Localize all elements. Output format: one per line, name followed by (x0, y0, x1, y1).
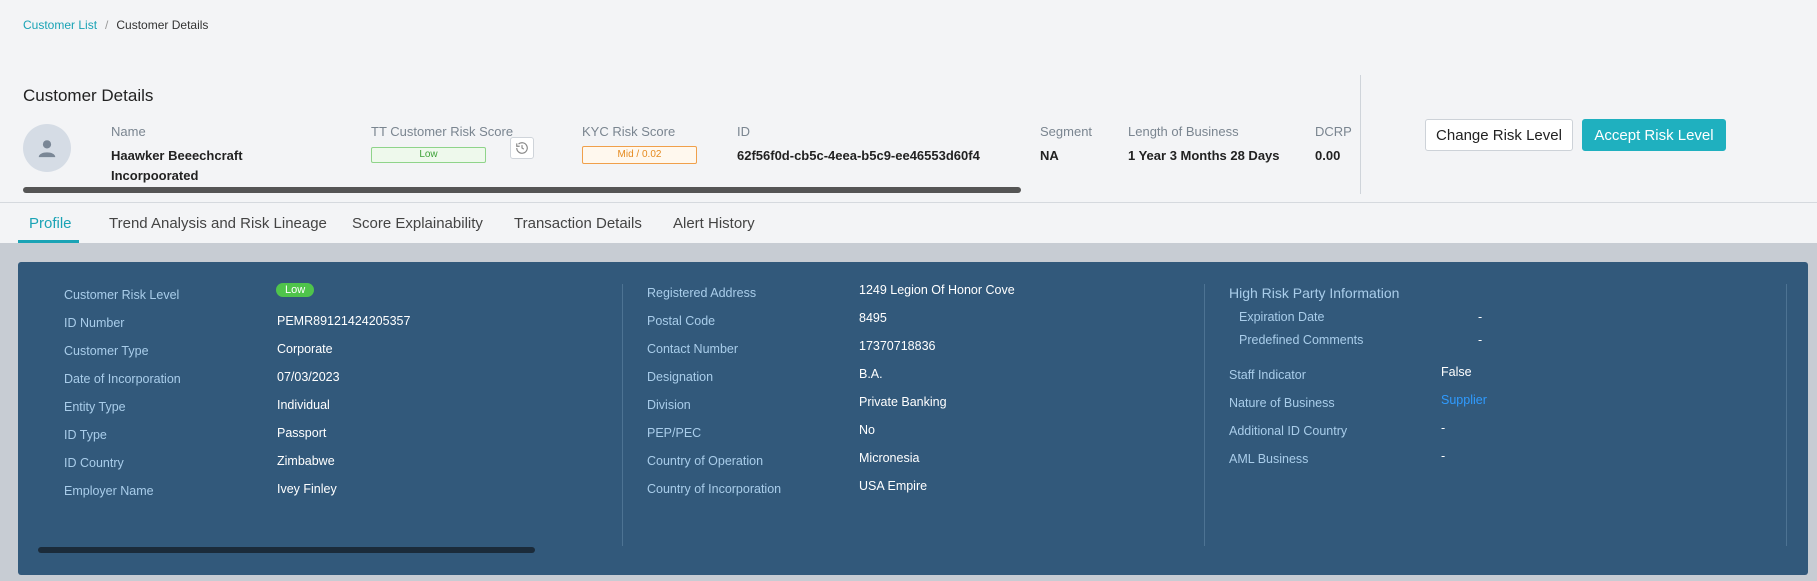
entity-type-value: Individual (277, 398, 330, 412)
country-of-incorporation-value: USA Empire (859, 479, 928, 493)
nature-of-business-label: Nature of Business (1229, 396, 1335, 410)
high-risk-party-title: High Risk Party Information (1229, 285, 1400, 301)
nature-of-business-link[interactable]: Supplier (1441, 393, 1487, 407)
aml-business-value: - (1441, 449, 1446, 463)
tab-profile[interactable]: Profile (29, 215, 72, 232)
contact-number-label: Contact Number (647, 342, 739, 356)
column-divider-3 (1786, 284, 1787, 546)
predefined-comments-value: - (1478, 333, 1483, 347)
id-value: 62f56f0d-cb5c-4eea-b5c9-ee46553d60f4 (737, 148, 980, 163)
id-number-value: PEMR89121424205357 (277, 314, 411, 328)
tab-trend-analysis[interactable]: Trend Analysis and Risk Lineage (109, 215, 327, 232)
registered-address-label: Registered Address (647, 286, 757, 300)
change-risk-level-button[interactable]: Change Risk Level (1425, 119, 1573, 151)
id-number-label: ID Number (64, 316, 125, 330)
breadcrumb: Customer List / Customer Details (23, 18, 208, 32)
customer-type-label: Customer Type (64, 344, 149, 358)
profile-panel: Customer Risk Level Low ID Number PEMR89… (18, 262, 1808, 575)
id-country-label: ID Country (64, 456, 124, 470)
staff-indicator-label: Staff Indicator (1229, 368, 1306, 382)
tt-risk-label: TT Customer Risk Score (371, 124, 514, 139)
kyc-risk-badge: Mid / 0.02 (582, 146, 697, 164)
postal-code-label: Postal Code (647, 314, 716, 328)
designation-value: B.A. (859, 367, 883, 381)
tt-risk-badge: Low (371, 147, 486, 163)
accept-risk-level-button[interactable]: Accept Risk Level (1582, 119, 1726, 151)
id-type-value: Passport (277, 426, 327, 440)
column-divider-2 (1204, 284, 1205, 546)
date-of-incorporation-value: 07/03/2023 (277, 370, 340, 384)
length-of-business-label: Length of Business (1128, 124, 1239, 139)
dcrp-label: DCRP (1315, 124, 1352, 139)
employer-name-value: Ivey Finley (277, 482, 337, 496)
column-divider-1 (622, 284, 623, 546)
customer-risk-level-badge: Low (276, 283, 315, 297)
customer-risk-level-label: Customer Risk Level (64, 288, 180, 302)
dcrp-value: 0.00 (1315, 148, 1341, 163)
length-of-business-value: 1 Year 3 Months 28 Days (1128, 148, 1280, 163)
entity-type-label: Entity Type (64, 400, 126, 414)
additional-id-country-value: - (1441, 421, 1446, 435)
registered-address-value: 1249 Legion Of Honor Cove (859, 283, 1015, 297)
breadcrumb-current: Customer Details (116, 18, 209, 32)
pep-pec-label: PEP/PEC (647, 426, 702, 440)
division-value: Private Banking (859, 395, 947, 409)
additional-id-country-label: Additional ID Country (1229, 424, 1348, 438)
country-of-operation-label: Country of Operation (647, 454, 764, 468)
expiration-date-value: - (1478, 310, 1483, 324)
avatar (23, 124, 71, 172)
customer-type-value: Corporate (277, 342, 333, 356)
id-country-value: Zimbabwe (277, 454, 335, 468)
panel-horizontal-scrollbar[interactable] (38, 547, 535, 553)
id-label: ID (737, 124, 750, 139)
tab-alert-history[interactable]: Alert History (673, 215, 755, 232)
expiration-date-label: Expiration Date (1239, 310, 1325, 324)
page-title: Customer Details (23, 86, 154, 105)
tab-transaction-details[interactable]: Transaction Details (514, 215, 642, 232)
id-type-label: ID Type (64, 428, 107, 442)
pep-pec-value: No (859, 423, 875, 437)
breadcrumb-customer-list[interactable]: Customer List (23, 18, 97, 32)
postal-code-value: 8495 (859, 311, 887, 325)
division-label: Division (647, 398, 691, 412)
predefined-comments-label: Predefined Comments (1239, 333, 1364, 347)
tab-bar: Profile Trend Analysis and Risk Lineage … (0, 203, 1817, 243)
aml-business-label: AML Business (1229, 452, 1309, 466)
name-label: Name (111, 124, 146, 139)
history-icon (516, 142, 528, 154)
tab-score-explainability[interactable]: Score Explainability (352, 215, 483, 232)
country-of-incorporation-label: Country of Incorporation (647, 482, 782, 496)
risk-history-button[interactable] (510, 137, 534, 159)
summary-horizontal-scrollbar[interactable] (23, 187, 1021, 193)
designation-label: Designation (647, 370, 714, 384)
contact-number-value: 17370718836 (859, 339, 936, 353)
kyc-risk-label: KYC Risk Score (582, 124, 676, 139)
name-value-line1: Haawker Beeechcraft (111, 148, 243, 163)
name-value-line2: Incorpoorated (111, 168, 199, 183)
date-of-incorporation-label: Date of Incorporation (64, 372, 181, 386)
segment-label: Segment (1040, 124, 1093, 139)
breadcrumb-separator: / (105, 18, 109, 32)
staff-indicator-value: False (1441, 365, 1472, 379)
header-divider (1360, 75, 1361, 194)
user-icon (38, 140, 56, 158)
country-of-operation-value: Micronesia (859, 451, 920, 465)
segment-value: NA (1040, 148, 1059, 163)
employer-name-label: Employer Name (64, 484, 154, 498)
